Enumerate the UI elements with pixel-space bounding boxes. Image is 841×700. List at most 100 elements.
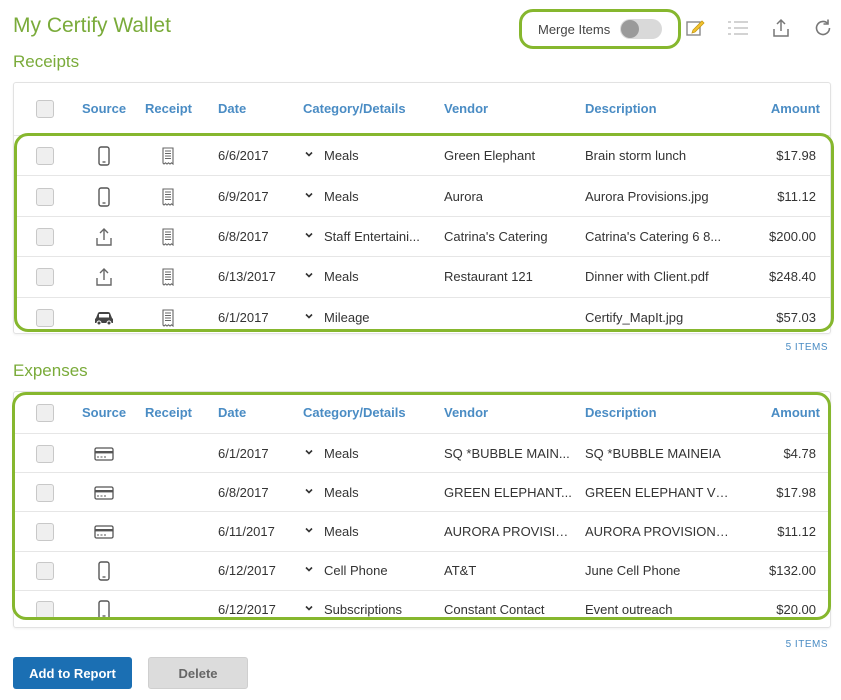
list-icon[interactable] — [727, 17, 749, 39]
cell-date: 6/13/2017 — [218, 269, 276, 285]
row-checkbox[interactable] — [36, 187, 54, 206]
column-header-date[interactable]: Date — [218, 405, 246, 420]
phone-icon — [92, 600, 116, 621]
chevron-down-icon[interactable] — [304, 564, 314, 577]
chevron-down-icon[interactable] — [304, 525, 314, 538]
row-checkbox[interactable] — [36, 522, 54, 541]
cell-vendor: GREEN ELEPHANT... — [444, 484, 572, 500]
cell-date: 6/1/2017 — [218, 309, 269, 325]
row-checkbox[interactable] — [36, 227, 54, 246]
chevron-down-icon[interactable] — [304, 486, 314, 499]
cell-category: Meals — [324, 484, 359, 500]
column-header-source[interactable]: Source — [82, 405, 126, 420]
upload-icon — [92, 227, 116, 247]
phone-icon — [92, 146, 116, 166]
cell-amount: $132.00 — [769, 563, 816, 579]
chevron-down-icon[interactable] — [304, 230, 314, 243]
receipts-row[interactable]: 6/1/2017 Mileage Certify_MapIt.jpg $57.03 — [14, 296, 830, 337]
column-header-amount[interactable]: Amount — [771, 405, 820, 420]
column-header-description[interactable]: Description — [585, 101, 657, 116]
cell-description: AURORA PROVISIONS... — [585, 523, 735, 539]
row-checkbox[interactable] — [36, 483, 54, 502]
merge-items-toggle[interactable] — [620, 19, 663, 39]
expenses-row[interactable]: 6/8/2017 Meals GREEN ELEPHANT... GREEN ELEP… — [14, 472, 830, 511]
column-header-date[interactable]: Date — [218, 101, 246, 116]
expenses-select-all-checkbox[interactable] — [36, 403, 54, 422]
receipts-row[interactable]: 6/6/2017 Meals Green Elephant Brain storm l… — [14, 135, 830, 175]
column-header-amount[interactable]: Amount — [771, 101, 820, 116]
receipt-icon[interactable] — [162, 188, 176, 206]
cell-description: Dinner with Client.pdf — [585, 269, 709, 285]
cell-amount: $11.12 — [777, 188, 816, 204]
merge-items-control: Merge Items — [519, 9, 681, 49]
receipt-icon[interactable] — [162, 147, 176, 166]
receipts-row[interactable]: 6/13/2017 Meals Restaurant 121 Dinner with … — [14, 256, 830, 296]
expenses-title: Expenses — [13, 361, 88, 380]
receipts-row[interactable]: 6/9/2017 Meals Aurora Aurora Provisions.jpg… — [14, 175, 830, 215]
chevron-down-icon[interactable] — [304, 270, 314, 283]
chevron-down-icon[interactable] — [304, 603, 314, 616]
column-header-category[interactable]: Category/Details — [303, 101, 406, 116]
row-checkbox[interactable] — [36, 147, 54, 166]
phone-icon — [92, 561, 116, 581]
add-to-report-button[interactable]: Add to Report — [13, 657, 132, 689]
cell-description: Aurora Provisions.jpg — [585, 188, 709, 204]
cell-description: Brain storm lunch — [585, 148, 687, 164]
edit-icon[interactable] — [684, 17, 706, 39]
receipt-icon[interactable] — [162, 268, 176, 287]
column-header-category[interactable]: Category/Details — [303, 405, 406, 420]
credit-card-icon — [92, 483, 116, 503]
cell-date: 6/1/2017 — [218, 445, 269, 461]
receipts-count: 5 ITEMS — [785, 342, 828, 353]
receipt-icon[interactable] — [162, 228, 176, 246]
chevron-down-icon[interactable] — [304, 447, 314, 460]
row-checkbox[interactable] — [36, 308, 54, 327]
column-header-receipt[interactable]: Receipt — [145, 101, 192, 116]
page-title: My Certify Wallet — [13, 14, 171, 37]
expenses-row[interactable]: 6/12/2017 Subscriptions Constant Contact Ev… — [14, 589, 830, 629]
cell-amount: $4.78 — [783, 445, 816, 461]
cell-category: Staff Entertaini... — [324, 228, 420, 244]
receipts-table: Source Receipt Date Category/Details Vendor D… — [13, 82, 831, 334]
refresh-icon[interactable] — [812, 17, 834, 39]
column-header-receipt[interactable]: Receipt — [145, 405, 192, 420]
delete-button[interactable]: Delete — [148, 657, 248, 689]
credit-card-icon — [92, 444, 116, 464]
row-checkbox[interactable] — [36, 268, 54, 287]
receipts-select-all-checkbox[interactable] — [36, 100, 54, 118]
chevron-down-icon[interactable] — [304, 149, 314, 162]
expenses-row[interactable]: 6/1/2017 Meals SQ *BUBBLE MAIN... SQ *BUBBL… — [14, 433, 830, 472]
receipt-icon[interactable] — [162, 309, 176, 327]
cell-vendor: Restaurant 121 — [444, 269, 533, 285]
expenses-count: 5 ITEMS — [785, 639, 828, 650]
row-checkbox[interactable] — [36, 601, 54, 620]
cell-vendor: Catrina's Catering — [444, 228, 548, 244]
cell-vendor: Aurora — [444, 188, 484, 204]
row-checkbox[interactable] — [36, 444, 54, 463]
upload-icon[interactable] — [770, 17, 792, 39]
column-header-vendor[interactable]: Vendor — [444, 101, 488, 116]
column-header-description[interactable]: Description — [585, 405, 657, 420]
cell-description: June Cell Phone — [585, 563, 681, 579]
expenses-table: Source Receipt Date Category/Details Vendor D… — [13, 391, 831, 628]
column-header-vendor[interactable]: Vendor — [444, 405, 488, 420]
cell-description: Event outreach — [585, 602, 673, 618]
cell-category: Meals — [324, 188, 359, 204]
car-icon — [92, 308, 116, 328]
cell-vendor: AT&T — [444, 563, 477, 579]
expenses-row[interactable]: 6/11/2017 Meals AURORA PROVISIO... AURORA P… — [14, 511, 830, 550]
toggle-knob — [621, 20, 640, 38]
expenses-row[interactable]: 6/12/2017 Cell Phone AT&T June Cell Phone $1… — [14, 550, 830, 590]
cell-category: Meals — [324, 523, 359, 539]
chevron-down-icon[interactable] — [304, 190, 314, 203]
cell-category: Mileage — [324, 309, 370, 325]
receipts-row[interactable]: 6/8/2017 Staff Entertaini... Catrina's Cat… — [14, 215, 830, 256]
chevron-down-icon[interactable] — [304, 311, 314, 324]
column-header-source[interactable]: Source — [82, 101, 126, 116]
cell-description: Certify_MapIt.jpg — [585, 309, 684, 325]
cell-description: SQ *BUBBLE MAINEIA — [585, 445, 721, 461]
cell-vendor: Green Elephant — [444, 148, 536, 164]
cell-date: 6/11/2017 — [218, 523, 275, 539]
cell-description: Catrina's Catering 6 8... — [585, 228, 722, 244]
row-checkbox[interactable] — [36, 562, 54, 581]
